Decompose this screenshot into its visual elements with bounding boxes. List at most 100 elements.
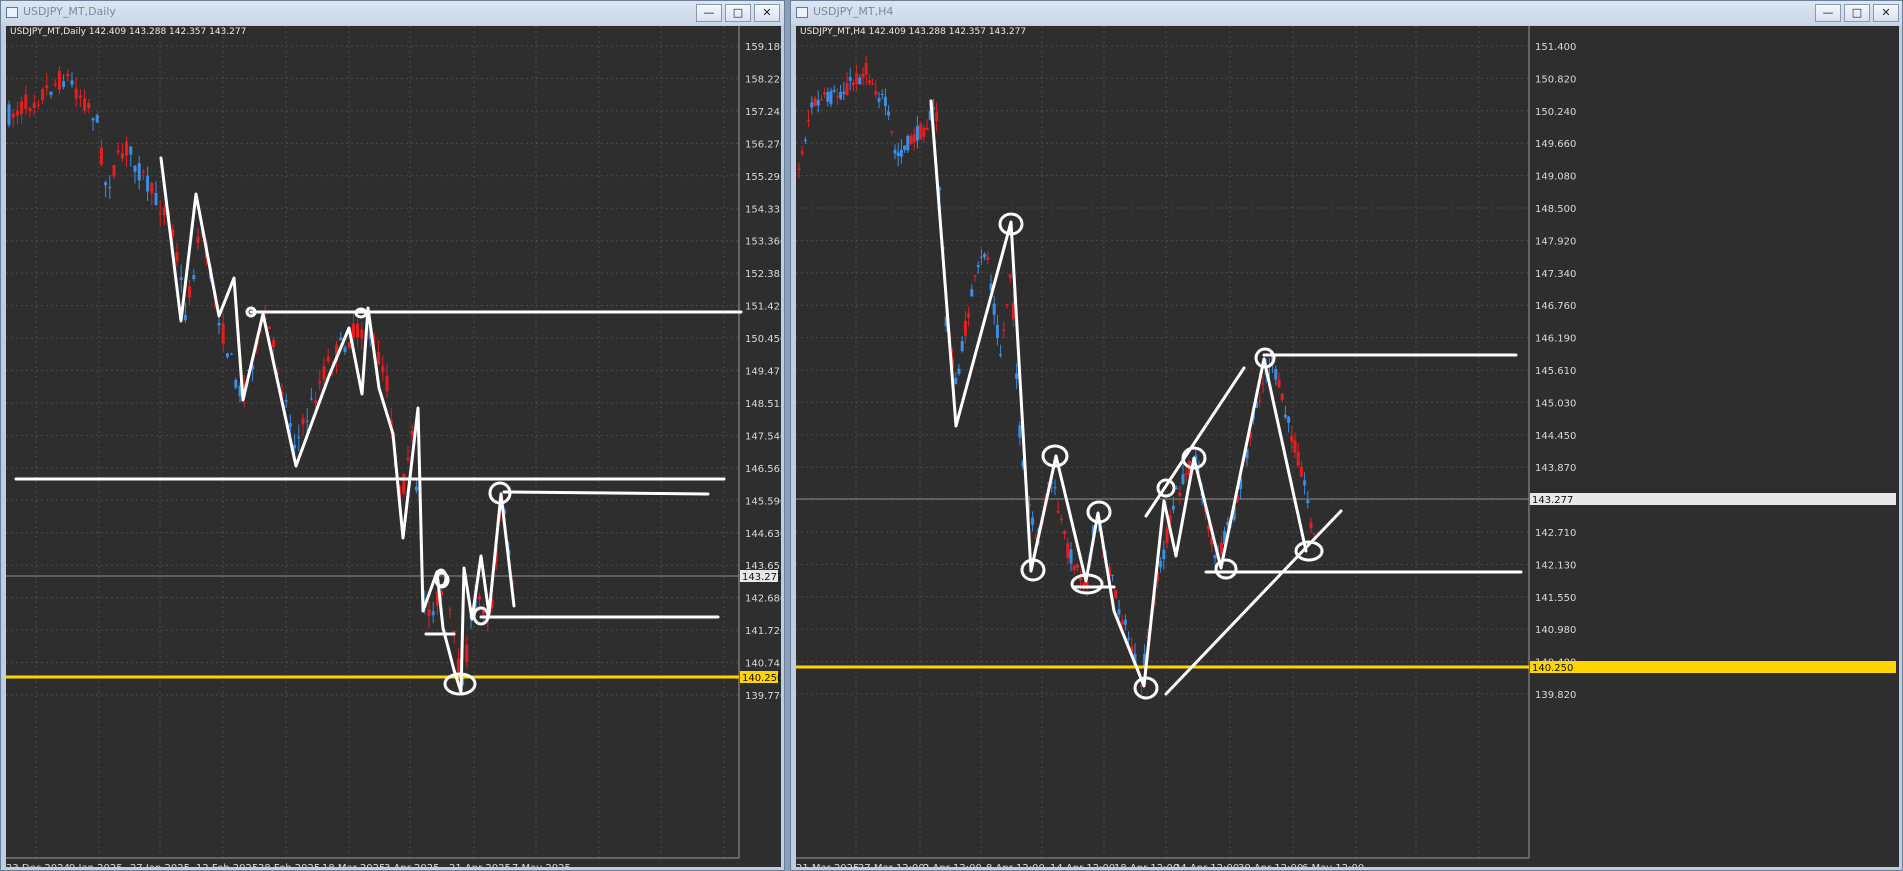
time-axis-label: 24 Apr 12:00 (1174, 863, 1239, 867)
candle-body (829, 90, 833, 105)
candle-body (230, 353, 234, 355)
candle-body (855, 73, 859, 84)
candle-body (477, 596, 481, 600)
chart-window-icon (796, 7, 808, 18)
maximize-button[interactable]: □ (1844, 4, 1870, 22)
candle-body (272, 339, 276, 348)
minimize-button[interactable]: — (1815, 4, 1841, 22)
candle-body (288, 423, 292, 427)
window-titlebar[interactable]: USDJPY_MT,H4 — □ ✕ (791, 1, 1902, 25)
candle-body (957, 368, 961, 374)
candle-body (402, 473, 406, 494)
candle-body (297, 437, 301, 439)
candle-body (318, 381, 322, 384)
price-axis-label: 142.130 (1535, 560, 1576, 571)
candle-body (20, 101, 24, 115)
time-axis-label: 9 Jan 2025 (69, 863, 123, 867)
candle-body (32, 102, 36, 109)
candle-body (803, 139, 807, 142)
candle-body (179, 277, 183, 280)
candle-body (861, 73, 865, 78)
price-axis-label: 157.245 (745, 107, 781, 118)
candle-body (381, 365, 385, 373)
time-axis-label: 27 Mar 12:00 (858, 863, 925, 867)
price-chart-h4[interactable]: 151.400 150.820 150.240 149.660 149.080 148.5… (796, 26, 1899, 867)
candle-body (427, 609, 431, 616)
close-button[interactable]: ✕ (1873, 4, 1899, 22)
price-axis-label: 143.870 (1535, 463, 1576, 474)
price-axis-label: 145.590 (745, 496, 781, 507)
candle-body (1274, 369, 1278, 380)
candle-body (813, 98, 817, 106)
candle-body (899, 149, 903, 157)
price-axis-label: 154.335 (745, 204, 781, 215)
price-chart-daily[interactable]: 159.180 158.220 157.245 156.270 155.295 154.3… (6, 26, 781, 867)
candle-body (192, 275, 196, 280)
candle-body (116, 150, 120, 153)
candle-body (995, 324, 999, 338)
candle-body (234, 380, 238, 388)
candle-body (912, 134, 916, 143)
candle-body (823, 92, 827, 95)
time-axis-label: 18 Mar 2025 (322, 863, 385, 867)
level-price-label: 140.250 (742, 673, 781, 684)
candle-body (1111, 574, 1115, 576)
candle-body (339, 337, 343, 341)
price-axis-label: 148.515 (745, 399, 781, 410)
price-axis-label: 149.080 (1535, 172, 1576, 183)
price-axis-label: 140.980 (1535, 625, 1576, 636)
candle-body (1031, 517, 1035, 525)
price-axis-label: 150.240 (1535, 107, 1576, 118)
price-axis-label: 139.770 (745, 691, 781, 702)
minimize-button[interactable]: — (696, 4, 722, 22)
candle-body (1171, 505, 1175, 510)
candle-body (183, 314, 187, 321)
time-axis-label: 8 Apr 12:00 (986, 863, 1045, 867)
candle-body (1072, 565, 1076, 571)
candle-body (221, 323, 225, 344)
close-button[interactable]: ✕ (754, 4, 780, 22)
candle-body (83, 98, 87, 111)
candle-body (893, 149, 897, 154)
candle-body (24, 94, 28, 109)
symbol-info: USDJPY_MT,H4 142.409 143.288 142.357 143… (800, 27, 1026, 37)
candle-body (196, 236, 200, 243)
chart-window-daily[interactable]: USDJPY_MT,Daily — □ ✕ 159.180 158.220 157.… (0, 0, 785, 871)
candle-body (28, 108, 32, 111)
time-axis-label: 3 Apr 2025 (384, 863, 439, 867)
candle-body (890, 131, 894, 133)
candle-body (360, 329, 364, 339)
candle-body (99, 147, 103, 165)
price-axis-label: 141.550 (1535, 593, 1576, 604)
candle-body (120, 152, 124, 159)
candle-body (832, 89, 836, 92)
time-axis-label: 21 Apr 2025 (449, 863, 511, 867)
candle-body (1015, 373, 1019, 379)
symbol-info: USDJPY_MT,Daily 142.409 143.288 142.357 … (10, 27, 246, 37)
window-titlebar[interactable]: USDJPY_MT,Daily — □ ✕ (1, 1, 784, 25)
candle-body (452, 630, 456, 633)
candle-body (983, 253, 987, 258)
candle-body (915, 125, 919, 141)
candle-body (1184, 473, 1188, 475)
chart-canvas-h4[interactable]: 151.400 150.820 150.240 149.660 149.080 148.5… (796, 26, 1899, 867)
candle-body (839, 92, 843, 99)
chart-window-h4[interactable]: USDJPY_MT,H4 — □ ✕ 151.400 150.820 150.240… (790, 0, 1903, 871)
candle-body (414, 486, 418, 491)
candle-body (1075, 564, 1079, 568)
candle-body (385, 375, 389, 392)
chart-canvas-daily[interactable]: 159.180 158.220 157.245 156.270 155.295 154.3… (6, 26, 781, 867)
candle-body (826, 91, 830, 102)
candle-body (880, 93, 884, 95)
price-axis-label: 152.385 (745, 269, 781, 280)
candle-body (1002, 329, 1006, 331)
price-axis-label: 147.540 (745, 431, 781, 442)
time-axis-label: 18 Apr 12:00 (1114, 863, 1179, 867)
candle-body (909, 135, 913, 144)
candle-body (1018, 425, 1022, 438)
candle-body (954, 377, 958, 385)
maximize-button[interactable]: □ (725, 4, 751, 22)
price-axis-label: 144.450 (1535, 431, 1576, 442)
candle-body (845, 83, 849, 96)
candle-body (848, 77, 852, 81)
